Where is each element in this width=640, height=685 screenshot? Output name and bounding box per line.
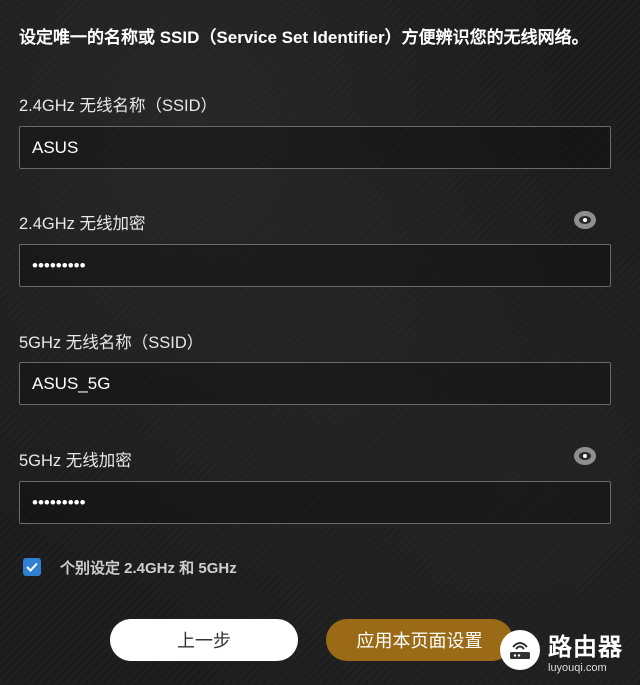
- apply-button[interactable]: 应用本页面设置: [326, 619, 513, 661]
- checkmark-icon: [26, 562, 38, 572]
- watermark: 路由器 luyouqi.com: [500, 619, 635, 681]
- intro-text: 设定唯一的名称或 SSID（Service Set Identifier）方便辨…: [19, 28, 589, 47]
- password-24-label: 2.4GHz 无线加密: [19, 215, 146, 233]
- password-24-input[interactable]: [19, 244, 611, 287]
- ssid-5-label: 5GHz 无线名称（SSID）: [19, 334, 204, 352]
- watermark-title: 路由器: [548, 633, 623, 661]
- ssid-24-label: 2.4GHz 无线名称（SSID）: [19, 97, 218, 115]
- eye-icon[interactable]: [574, 447, 596, 465]
- password-5-label: 5GHz 无线加密: [19, 452, 132, 470]
- eye-icon[interactable]: [574, 211, 596, 229]
- separate-bands-label: 个别设定 2.4GHz 和 5GHz: [60, 560, 237, 577]
- router-logo-icon: [500, 630, 540, 670]
- ssid-24-input[interactable]: [19, 126, 611, 169]
- separate-bands-checkbox[interactable]: [23, 558, 41, 576]
- ssid-5-input[interactable]: [19, 362, 611, 405]
- password-5-input[interactable]: [19, 481, 611, 524]
- back-button[interactable]: 上一步: [110, 619, 298, 661]
- watermark-url: luyouqi.com: [548, 661, 607, 674]
